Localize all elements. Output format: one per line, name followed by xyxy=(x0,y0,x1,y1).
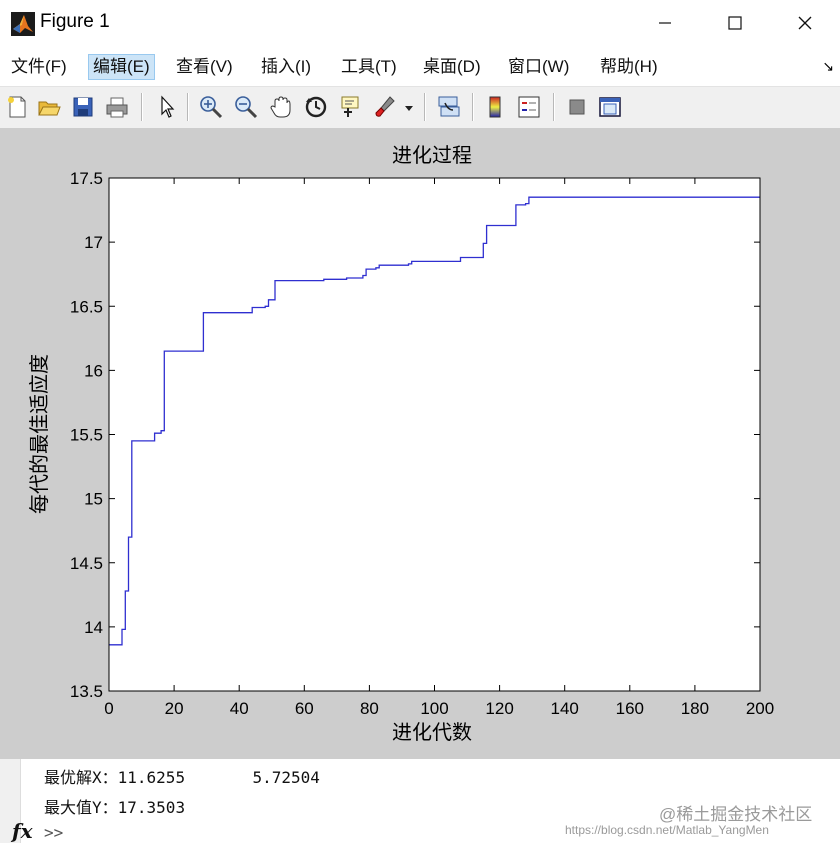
y-tick-label: 14.5 xyxy=(70,554,103,573)
result-y-value: 17.3503 xyxy=(117,798,186,817)
window-title: Figure 1 xyxy=(40,11,110,32)
x-tick-label: 160 xyxy=(616,699,644,718)
legend-icon[interactable] xyxy=(516,94,542,120)
x-tick-label: 80 xyxy=(360,699,379,718)
command-prompt[interactable]: >> xyxy=(44,823,63,842)
command-window[interactable]: 最优解X：11.6255 5.72504 最大值Y：17.3503 fx >> … xyxy=(0,759,840,843)
y-tick-label: 15 xyxy=(84,490,103,509)
result-line-y: 最大值Y：17.3503 xyxy=(44,794,185,818)
result-x-label: 最优解X： xyxy=(44,768,118,787)
y-tick-label: 15.5 xyxy=(70,426,103,445)
menu-view[interactable]: 查看(V) xyxy=(176,55,233,79)
y-tick-label: 14 xyxy=(84,618,103,637)
menu-window[interactable]: 窗口(W) xyxy=(508,55,569,79)
menu-insert[interactable]: 插入(I) xyxy=(261,55,311,79)
y-tick-label: 17.5 xyxy=(70,169,103,188)
toolbar-separator xyxy=(141,93,143,121)
toolbar-separator xyxy=(187,93,189,121)
figure-canvas: 0 20 40 60 80 100 120 140 160 180 200 13.5 14 14.5 15 1… xyxy=(0,128,840,759)
menu-edit[interactable]: 编辑(E) xyxy=(88,54,155,80)
rotate-3d-icon[interactable] xyxy=(303,94,329,120)
data-cursor-icon[interactable] xyxy=(338,94,364,120)
result-line-x: 最优解X：11.6255 5.72504 xyxy=(44,764,320,788)
brush-icon[interactable] xyxy=(372,94,398,120)
new-figure-icon[interactable] xyxy=(4,94,30,120)
maximize-icon xyxy=(728,16,742,30)
menu-bar: 文件(F) 编辑(E) 查看(V) 插入(I) 工具(T) 桌面(D) 窗口(W… xyxy=(0,46,840,86)
y-axis-label: 每代的最佳适应度 xyxy=(27,354,51,514)
close-button[interactable] xyxy=(770,0,840,46)
y-tick-label: 16 xyxy=(84,361,103,380)
hide-plot-tools-icon[interactable] xyxy=(564,94,590,120)
x-tick-label: 60 xyxy=(295,699,314,718)
x-tick-label: 0 xyxy=(104,699,113,718)
x-tick-label: 20 xyxy=(165,699,184,718)
title-bar: Figure 1 xyxy=(0,0,840,46)
x-tick-label: 200 xyxy=(746,699,774,718)
menu-desktop[interactable]: 桌面(D) xyxy=(423,55,481,79)
pointer-icon[interactable] xyxy=(154,94,180,120)
dock-arrow-icon[interactable]: ↘ xyxy=(822,58,834,75)
minimize-button[interactable] xyxy=(630,0,700,46)
x-tick-label: 100 xyxy=(420,699,448,718)
y-tick-label: 17 xyxy=(84,233,103,252)
menu-file[interactable]: 文件(F) xyxy=(11,55,67,79)
x-tick-label: 140 xyxy=(551,699,579,718)
zoom-in-icon[interactable] xyxy=(198,94,224,120)
chevron-down-icon[interactable] xyxy=(402,94,416,120)
menu-help[interactable]: 帮助(H) xyxy=(600,55,658,79)
colorbar-icon[interactable] xyxy=(482,94,508,120)
pan-hand-icon[interactable] xyxy=(268,94,294,120)
open-file-icon[interactable] xyxy=(36,94,62,120)
watermark-community: @稀土掘金技术社区 xyxy=(659,805,813,824)
menu-tools[interactable]: 工具(T) xyxy=(341,55,397,79)
line-chart: 0 20 40 60 80 100 120 140 160 180 200 13.5 14 14.5 15 1… xyxy=(27,143,774,744)
x-tick-label: 40 xyxy=(230,699,249,718)
watermark-url: https://blog.csdn.net/Matlab_YangMen xyxy=(565,823,769,837)
minimize-icon xyxy=(659,22,671,24)
x-tick-label: 180 xyxy=(681,699,709,718)
x-tick-label: 120 xyxy=(485,699,513,718)
x-axis-label: 进化代数 xyxy=(392,720,472,744)
fx-icon[interactable]: fx xyxy=(12,819,33,843)
y-tick-label: 16.5 xyxy=(70,297,103,316)
close-icon xyxy=(798,16,812,30)
y-tick-label: 13.5 xyxy=(70,682,103,701)
toolbar-separator xyxy=(553,93,555,121)
print-icon[interactable] xyxy=(104,94,130,120)
plot-background xyxy=(109,178,760,691)
zoom-out-icon[interactable] xyxy=(233,94,259,120)
toolbar-separator xyxy=(472,93,474,121)
link-plot-icon[interactable] xyxy=(436,94,462,120)
save-icon[interactable] xyxy=(70,94,96,120)
figure-toolbar xyxy=(0,86,840,130)
result-y-label: 最大值Y： xyxy=(44,798,118,817)
show-plot-tools-icon[interactable] xyxy=(597,94,623,120)
chart-title: 进化过程 xyxy=(392,143,472,167)
toolbar-separator xyxy=(424,93,426,121)
maximize-button[interactable] xyxy=(700,0,770,46)
result-x-values: 11.6255 5.72504 xyxy=(117,768,320,787)
matlab-logo-icon xyxy=(11,12,35,36)
